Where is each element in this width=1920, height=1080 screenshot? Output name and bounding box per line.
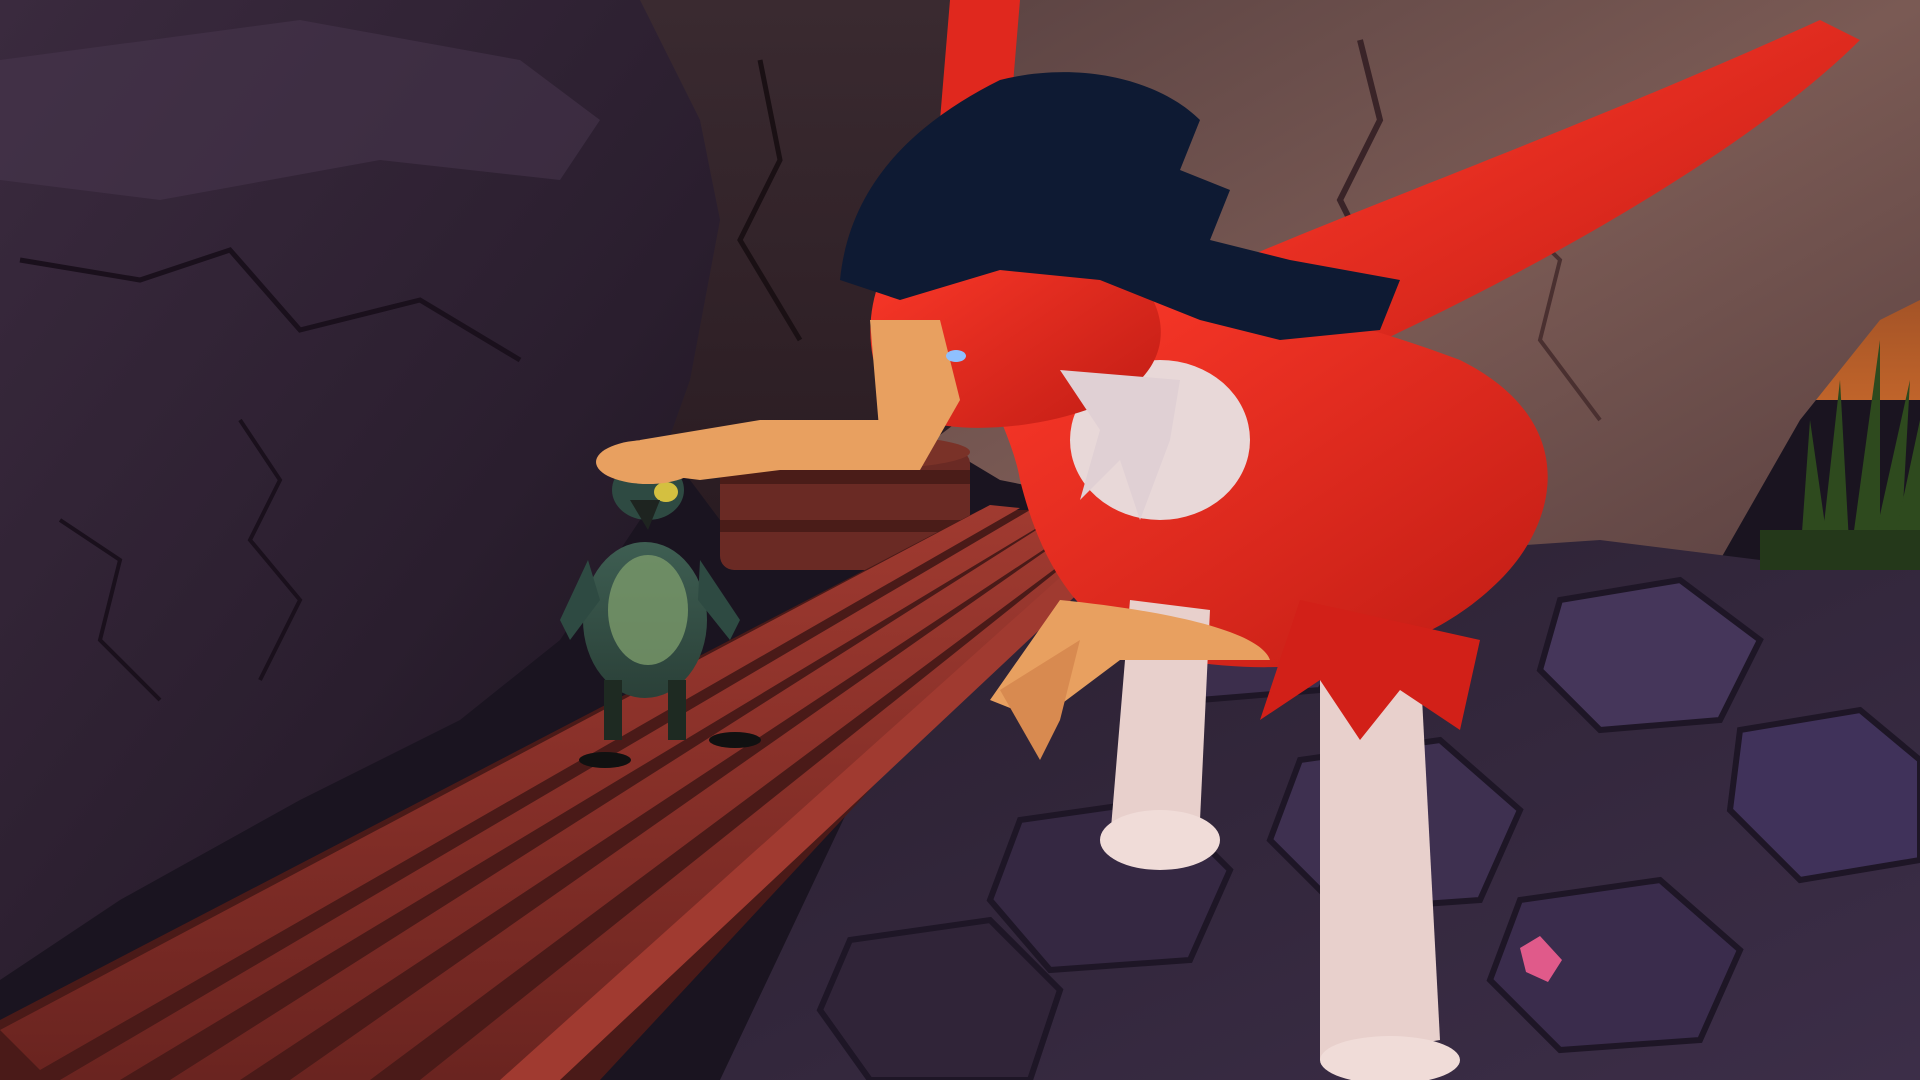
scene-render [0, 0, 1920, 1080]
game-viewport[interactable] [0, 0, 1920, 1080]
